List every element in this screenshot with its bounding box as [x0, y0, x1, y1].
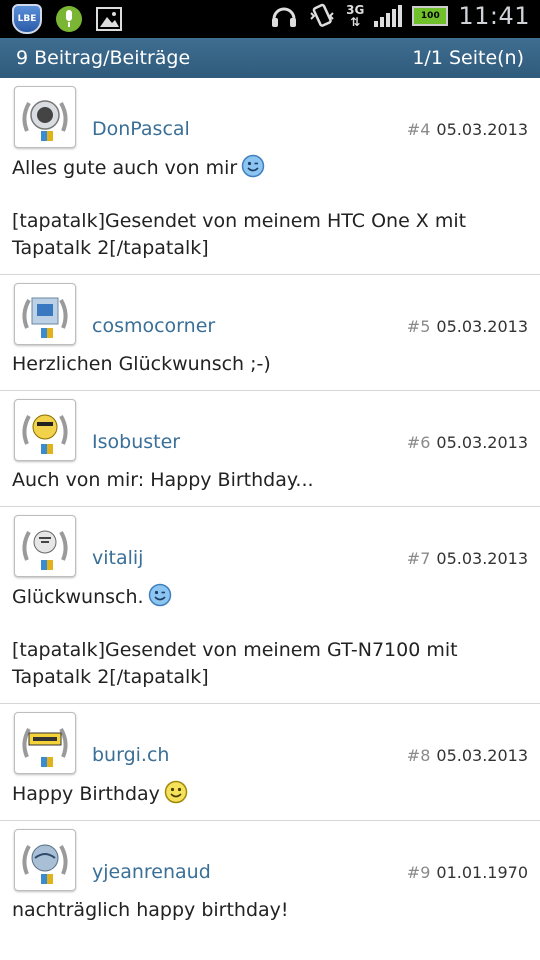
battery-icon: 100 [412, 6, 449, 26]
avatar[interactable] [14, 399, 76, 461]
post-text: Glückwunsch. [12, 586, 144, 608]
username[interactable]: burgi.ch [92, 744, 169, 766]
status-bar: LBE 3G ⇅ 100 11:41 [0, 0, 540, 38]
clock: 11:41 [458, 2, 530, 30]
post-body: Happy Birthday [12, 780, 528, 808]
username[interactable]: cosmocorner [92, 315, 215, 337]
post-text: Happy Birthday [12, 783, 160, 805]
post-date: 05.03.2013 [436, 746, 528, 765]
picture-icon [96, 7, 122, 31]
laurel-badge-icon [22, 530, 68, 570]
post-number: #5 [406, 317, 431, 336]
post-meta: #7 05.03.2013 [407, 549, 528, 568]
lbe-shield-icon: LBE [12, 4, 42, 34]
post-number: #6 [406, 433, 431, 452]
microphone-icon [56, 6, 82, 32]
post-item[interactable]: yjeanrenaud #9 01.01.1970 nachträglich ha… [0, 821, 540, 936]
post-date: 05.03.2013 [436, 549, 528, 568]
post-number: #8 [406, 746, 431, 765]
smile-smiley-icon [164, 780, 188, 804]
post-text: Auch von mir: Happy Birthday... [12, 469, 314, 491]
post-date: 05.03.2013 [436, 120, 528, 139]
post-list: DonPascal #4 05.03.2013 Alles gute auch v… [0, 78, 540, 936]
post-item[interactable]: vitalij #7 05.03.2013 Glückwunsch. [tapat… [0, 507, 540, 704]
post-text: nachträglich happy birthday! [12, 899, 289, 921]
post-meta: #9 01.01.1970 [407, 863, 528, 882]
vibrate-icon [310, 3, 334, 27]
laurel-badge-icon [22, 414, 68, 454]
post-item[interactable]: cosmocorner #5 05.03.2013 Herzlichen Glüc… [0, 275, 540, 391]
post-item[interactable]: burgi.ch #8 05.03.2013 Happy Birthday [0, 704, 540, 821]
signal-strength-icon [374, 5, 403, 27]
post-count: 9 Beitrag/Beiträge [16, 47, 191, 69]
post-number: #9 [406, 863, 431, 882]
laurel-badge-icon [22, 100, 68, 141]
post-text: Alles gute auch von mir [12, 157, 238, 179]
post-number: #4 [406, 120, 431, 139]
username[interactable]: Isobuster [92, 431, 180, 453]
laurel-badge-icon [22, 844, 68, 884]
post-body: Herzlichen Glückwunsch ;-) [12, 351, 528, 378]
network-3g-icon: 3G ⇅ [346, 3, 365, 29]
laurel-badge-icon [22, 728, 68, 767]
post-meta: #5 05.03.2013 [407, 317, 528, 336]
post-item[interactable]: DonPascal #4 05.03.2013 Alles gute auch v… [0, 78, 540, 275]
post-date: 05.03.2013 [436, 317, 528, 336]
post-text: Herzlichen Glückwunsch ;-) [12, 353, 271, 375]
wink-smiley-icon [241, 154, 265, 178]
headset-icon [272, 7, 297, 27]
post-number: #7 [406, 549, 431, 568]
avatar[interactable] [14, 515, 76, 577]
post-signature: [tapatalk]Gesendet von meinem GT-N7100 m… [12, 639, 458, 688]
username[interactable]: yjeanrenaud [92, 861, 211, 883]
post-meta: #4 05.03.2013 [407, 120, 528, 139]
post-meta: #8 05.03.2013 [407, 746, 528, 765]
page-indicator[interactable]: 1/1 Seite(n) [412, 47, 524, 69]
avatar[interactable] [14, 712, 76, 774]
post-body: Alles gute auch von mir [tapatalk]Gesend… [12, 154, 528, 262]
post-date: 01.01.1970 [436, 863, 528, 882]
post-body: Auch von mir: Happy Birthday... [12, 467, 528, 494]
avatar[interactable] [14, 283, 76, 345]
avatar[interactable] [14, 86, 76, 148]
wink-smiley-icon [148, 583, 171, 607]
username[interactable]: vitalij [92, 547, 143, 569]
post-signature: [tapatalk]Gesendet von meinem HTC One X … [12, 210, 467, 259]
post-body: Glückwunsch. [tapatalk]Gesendet von mein… [12, 583, 528, 691]
post-date: 05.03.2013 [436, 433, 528, 452]
avatar[interactable] [14, 829, 76, 891]
post-item[interactable]: Isobuster #6 05.03.2013 Auch von mir: Hap… [0, 391, 540, 507]
thread-header: 9 Beitrag/Beiträge 1/1 Seite(n) [0, 38, 540, 78]
username[interactable]: DonPascal [92, 118, 190, 140]
post-meta: #6 05.03.2013 [407, 433, 528, 452]
laurel-badge-icon [22, 297, 68, 338]
post-body: nachträglich happy birthday! [12, 897, 528, 924]
